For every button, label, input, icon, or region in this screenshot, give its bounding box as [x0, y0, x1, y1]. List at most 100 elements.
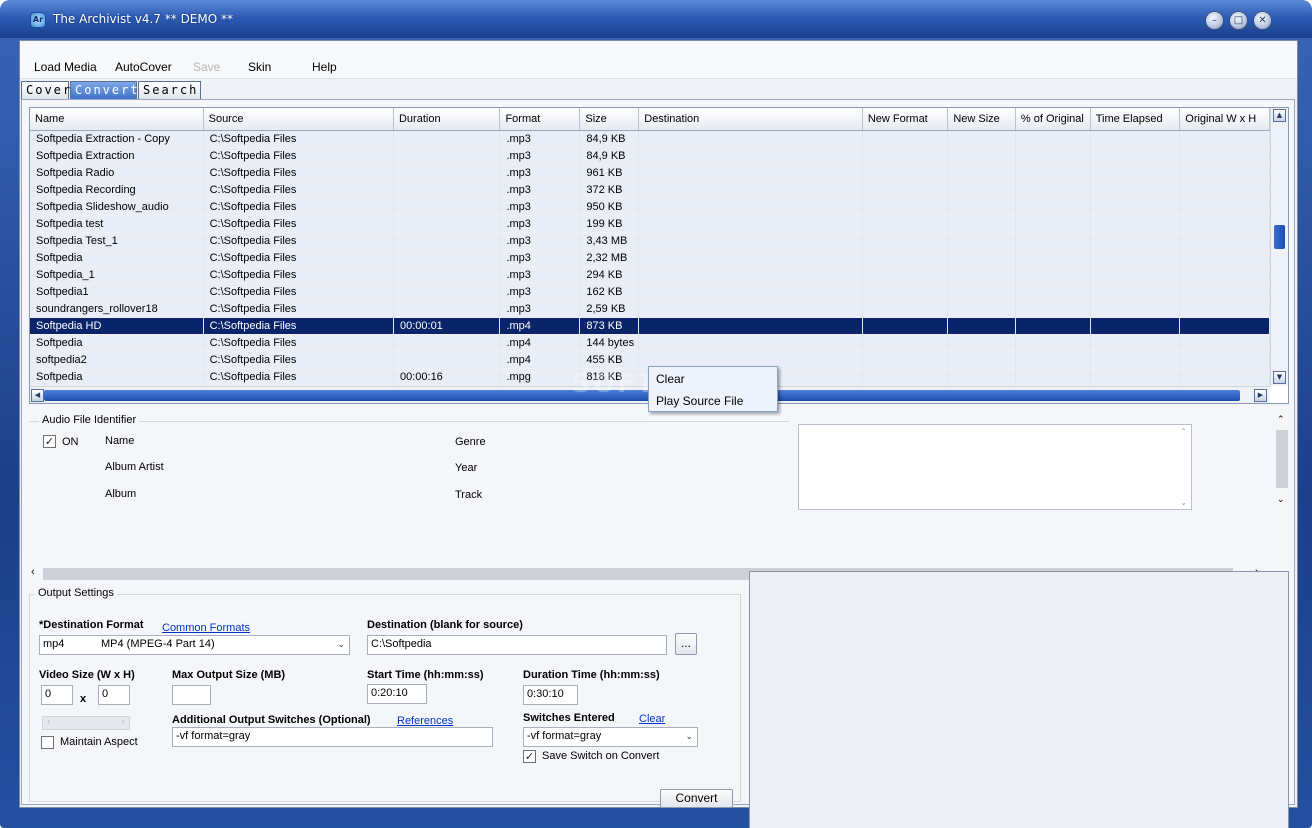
- table-cell: [862, 215, 949, 233]
- table-row[interactable]: Softpedia HD C:\Softpedia Files 00:00:01 .m…: [30, 317, 1270, 335]
- context-play-source-file[interactable]: Play Source File: [656, 394, 743, 408]
- table-row[interactable]: Softpedia Slideshow_audio C:\Softpedia Fi…: [30, 198, 1270, 216]
- column-header[interactable]: Time Elapsed: [1090, 108, 1181, 131]
- height-input[interactable]: 0: [98, 685, 130, 705]
- output-legend: Output Settings: [35, 587, 117, 599]
- convert-button[interactable]: Convert: [660, 789, 733, 808]
- group-line: [29, 421, 789, 422]
- switches-input[interactable]: -vf format=gray: [172, 727, 493, 747]
- on-checkbox[interactable]: ✓: [43, 435, 56, 448]
- x-label: x: [80, 693, 87, 705]
- context-menu: Clear Play Source File: [648, 366, 778, 412]
- table-cell: .mp3: [499, 130, 581, 148]
- chevron-down-icon[interactable]: ⌄: [1277, 494, 1285, 505]
- table-cell: C:\Softpedia Files: [203, 164, 394, 182]
- table-cell: Softpedia Radio: [30, 164, 204, 182]
- table-row[interactable]: Softpedia Test_1 C:\Softpedia Files .mp3 3,…: [30, 232, 1270, 250]
- table-cell: [1015, 351, 1091, 369]
- browse-button[interactable]: ...: [675, 633, 697, 655]
- table-cell: [1179, 249, 1270, 267]
- column-header[interactable]: New Format: [862, 108, 949, 131]
- maintain-aspect-checkbox[interactable]: [41, 736, 54, 749]
- table-row[interactable]: Softpedia C:\Softpedia Files .mp4 144 bytes: [30, 334, 1270, 352]
- column-header[interactable]: Name: [30, 108, 204, 131]
- menu-help[interactable]: Help: [312, 60, 337, 74]
- duration-input[interactable]: 0:30:10: [523, 685, 578, 705]
- table-cell: [1179, 266, 1270, 284]
- width-input[interactable]: 0: [41, 685, 73, 705]
- table-cell: [1179, 181, 1270, 199]
- column-header[interactable]: Format: [499, 108, 581, 131]
- table-row[interactable]: Softpedia Extraction C:\Softpedia Files .m…: [30, 147, 1270, 165]
- clear-link[interactable]: Clear: [639, 713, 665, 725]
- scroll-up-icon[interactable]: ▲: [1273, 109, 1286, 122]
- chevron-down-icon[interactable]: ⌄: [1180, 498, 1187, 507]
- destination-label: Destination (blank for source): [367, 619, 523, 631]
- chevron-left-icon[interactable]: ‹: [47, 717, 50, 726]
- column-header[interactable]: Size: [579, 108, 640, 131]
- chevron-left-icon[interactable]: ‹: [31, 566, 35, 578]
- context-clear[interactable]: Clear: [656, 372, 685, 386]
- table-row[interactable]: Softpedia test C:\Softpedia Files .mp3 199 …: [30, 215, 1270, 233]
- table-cell: 00:00:16: [393, 368, 501, 386]
- menu-autocover[interactable]: AutoCover: [115, 60, 172, 74]
- chevron-up-icon[interactable]: ⌃: [1180, 427, 1187, 436]
- table-cell: [1179, 198, 1270, 216]
- media-grid[interactable]: Name Source Duration Format Size Destination N…: [29, 107, 1289, 404]
- chevron-down-icon[interactable]: ⌄: [685, 731, 693, 742]
- table-cell: [862, 164, 949, 182]
- table-cell: [947, 181, 1016, 199]
- title-bar[interactable]: Ar The Archivist v4.7 ** DEMO ** – □ ✕: [0, 0, 1312, 38]
- afi-scroll-thumb[interactable]: [1276, 430, 1288, 488]
- table-cell: 294 KB: [579, 266, 640, 284]
- scroll-left-icon[interactable]: ◀: [31, 389, 44, 402]
- menu-skin[interactable]: Skin: [248, 60, 271, 74]
- table-cell: [862, 232, 949, 250]
- hscroll-thumb[interactable]: [44, 390, 1240, 401]
- menu-load-media[interactable]: Load Media: [34, 60, 97, 74]
- table-row[interactable]: Softpedia Extraction - Copy C:\Softpedia …: [30, 130, 1270, 148]
- column-header[interactable]: % of Original: [1015, 108, 1091, 131]
- column-header[interactable]: Original W x H: [1179, 108, 1270, 131]
- table-cell: [1090, 249, 1181, 267]
- table-row[interactable]: Softpedia C:\Softpedia Files .mp3 2,32 MB: [30, 249, 1270, 267]
- table-cell: [393, 198, 501, 216]
- scroll-down-icon[interactable]: ▼: [1273, 371, 1286, 384]
- scroll-thumb[interactable]: [1274, 225, 1285, 249]
- tab-convert[interactable]: Convert: [70, 81, 138, 99]
- chevron-down-icon[interactable]: ⌄: [337, 639, 345, 650]
- references-link[interactable]: References: [397, 715, 453, 727]
- tab-cover[interactable]: Cover: [21, 81, 70, 99]
- common-formats-link[interactable]: Common Formats: [162, 622, 250, 634]
- start-time-label: Start Time (hh:mm:ss): [367, 669, 484, 681]
- chevron-up-icon[interactable]: ⌃: [1277, 414, 1285, 425]
- max-size-input[interactable]: [172, 685, 211, 705]
- size-scrollbar[interactable]: ‹ ›: [42, 716, 130, 730]
- switches-entered-select[interactable]: -vf format=gray ⌄: [523, 727, 698, 747]
- column-header[interactable]: Duration: [393, 108, 501, 131]
- table-cell: [947, 147, 1016, 165]
- column-header[interactable]: New Size: [947, 108, 1016, 131]
- table-row[interactable]: soundrangers_rollover18 C:\Softpedia File…: [30, 300, 1270, 318]
- grid-vertical-scrollbar[interactable]: ▲ ▼: [1270, 108, 1288, 386]
- close-icon[interactable]: ✕: [1253, 11, 1272, 30]
- column-header[interactable]: Source: [203, 108, 394, 131]
- table-row[interactable]: Softpedia1 C:\Softpedia Files .mp3 162 KB: [30, 283, 1270, 301]
- maximize-icon[interactable]: □: [1229, 11, 1248, 30]
- audio-info-textbox[interactable]: ⌃ ⌄: [798, 424, 1192, 510]
- table-row[interactable]: Softpedia Recording C:\Softpedia Files .mp…: [30, 181, 1270, 199]
- year-label: Year: [455, 462, 478, 474]
- minimize-icon[interactable]: –: [1205, 11, 1224, 30]
- start-time-input[interactable]: 0:20:10: [367, 684, 427, 704]
- save-switch-checkbox[interactable]: ✓: [523, 750, 536, 763]
- table-row[interactable]: Softpedia_1 C:\Softpedia Files .mp3 294 KB: [30, 266, 1270, 284]
- table-row[interactable]: Softpedia Radio C:\Softpedia Files .mp3 961…: [30, 164, 1270, 182]
- table-cell: [1179, 283, 1270, 301]
- afi-vertical-scrollbar[interactable]: ⌃ ⌄: [1274, 414, 1290, 508]
- scroll-right-icon[interactable]: ▶: [1254, 389, 1267, 402]
- column-header[interactable]: Destination: [638, 108, 863, 131]
- chevron-right-icon[interactable]: ›: [122, 717, 125, 726]
- tab-search[interactable]: Search: [138, 81, 201, 99]
- destination-format-select[interactable]: mp4 MP4 (MPEG-4 Part 14) ⌄: [39, 635, 350, 655]
- destination-input[interactable]: C:\Softpedia: [367, 635, 667, 655]
